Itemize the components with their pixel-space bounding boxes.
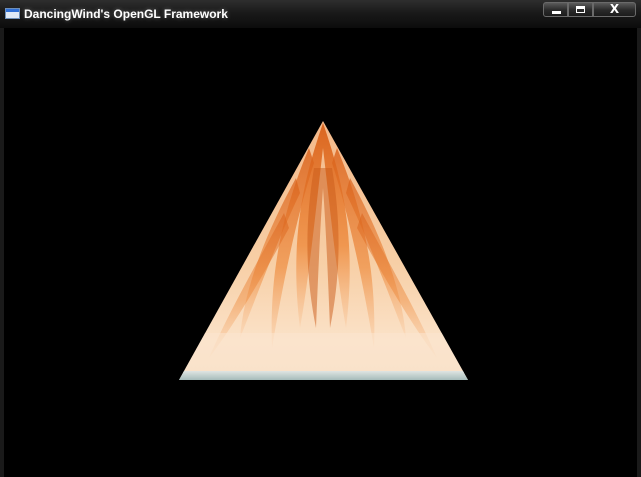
rendered-scene — [179, 121, 468, 380]
app-window: DancingWind's OpenGL Framework X — [0, 0, 641, 477]
title-bar[interactable]: DancingWind's OpenGL Framework X — [0, 0, 641, 29]
opengl-viewport[interactable] — [4, 28, 637, 473]
maximize-button[interactable] — [568, 2, 593, 17]
window-border-right — [637, 28, 641, 477]
caption-buttons: X — [543, 2, 636, 19]
minimize-button[interactable] — [543, 2, 568, 17]
window-title: DancingWind's OpenGL Framework — [24, 7, 228, 21]
minimize-icon — [552, 11, 561, 14]
maximize-icon — [576, 6, 585, 13]
application-window-icon[interactable] — [5, 8, 20, 19]
close-button[interactable]: X — [593, 2, 636, 17]
close-icon: X — [609, 2, 620, 16]
